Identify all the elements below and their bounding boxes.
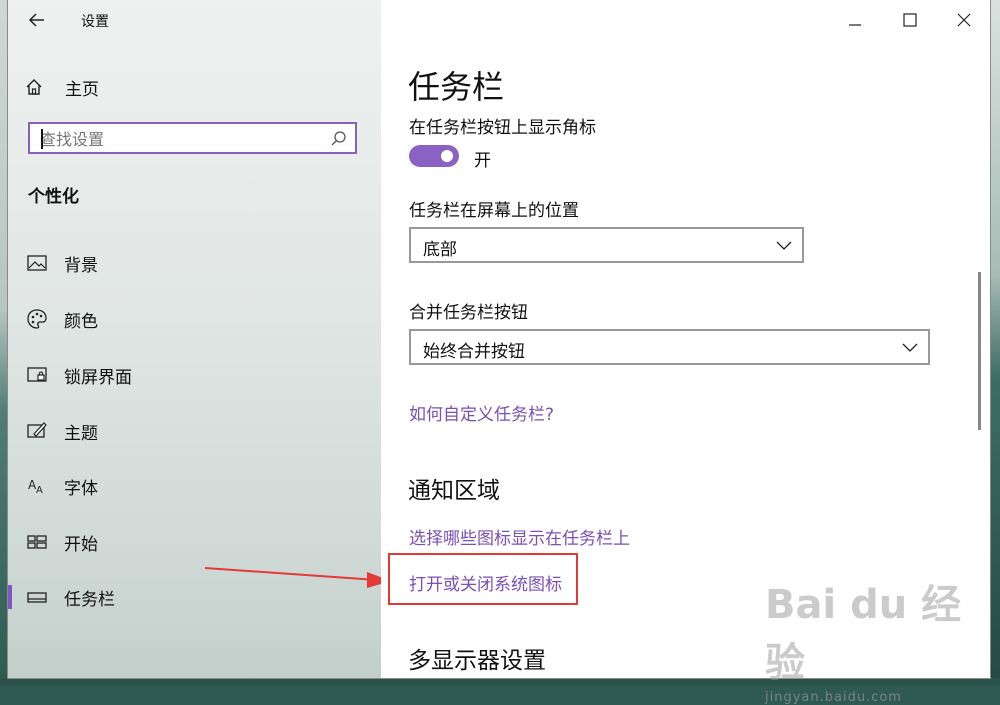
- nav-home[interactable]: 主页: [24, 74, 354, 100]
- svg-text:A: A: [36, 485, 43, 496]
- badge-toggle[interactable]: [409, 145, 459, 167]
- search-input[interactable]: [40, 128, 320, 150]
- sidebar-item-color[interactable]: 颜色: [8, 302, 381, 336]
- badge-setting-label: 在任务栏按钮上显示角标: [409, 118, 596, 138]
- annotation-arrow: [205, 567, 391, 588]
- search-icon[interactable]: [329, 130, 347, 148]
- taskbar-icon: [27, 592, 47, 603]
- sidebar-item-label: 主题: [64, 423, 98, 444]
- combine-dropdown-value: 始终合并按钮: [423, 342, 525, 362]
- sidebar-item-label: 任务栏: [64, 589, 115, 610]
- nav-home-label: 主页: [65, 79, 99, 100]
- search-box[interactable]: [28, 122, 357, 154]
- position-setting-label: 任务栏在屏幕上的位置: [409, 201, 579, 221]
- font-icon: A A: [28, 478, 43, 496]
- sidebar-item-label: 开始: [64, 534, 98, 555]
- theme-icon: [27, 422, 47, 438]
- watermark: Bai du 经验 jingyan.baidu.com: [765, 572, 1000, 705]
- sidebar: 设置 主页 个性化 背景: [8, 0, 391, 678]
- scrollbar[interactable]: [978, 272, 981, 430]
- position-dropdown-value: 底部: [423, 240, 457, 260]
- chevron-down-icon: [902, 343, 918, 352]
- image-icon: [27, 255, 47, 271]
- palette-icon: [27, 309, 47, 329]
- combine-dropdown[interactable]: 始终合并按钮: [409, 329, 930, 365]
- window-title: 设置: [81, 14, 109, 30]
- watermark-url: jingyan.baidu.com: [765, 690, 902, 705]
- home-icon: [26, 79, 42, 95]
- sidebar-item-label: 背景: [64, 255, 98, 276]
- customize-taskbar-link[interactable]: 如何自定义任务栏?: [409, 400, 554, 425]
- back-arrow-icon[interactable]: [24, 8, 50, 32]
- combine-setting-label: 合并任务栏按钮: [409, 303, 528, 323]
- sidebar-item-fonts[interactable]: A A 字体: [8, 469, 381, 503]
- page-title: 任务栏: [408, 68, 505, 106]
- sidebar-item-label: 颜色: [64, 311, 98, 332]
- sidebar-item-lock-screen[interactable]: 锁屏界面: [8, 358, 381, 392]
- notification-area-heading: 通知区域: [408, 478, 500, 504]
- close-icon[interactable]: [942, 6, 986, 34]
- sidebar-item-background[interactable]: 背景: [8, 246, 381, 280]
- sidebar-section-title: 个性化: [28, 187, 79, 207]
- position-dropdown[interactable]: 底部: [409, 227, 804, 263]
- sidebar-item-label: 锁屏界面: [64, 367, 132, 388]
- watermark-logo: Bai du 经验: [765, 582, 962, 686]
- chevron-down-icon: [776, 241, 792, 250]
- system-icons-link[interactable]: 打开或关闭系统图标: [409, 570, 562, 595]
- minimize-icon[interactable]: [833, 6, 877, 34]
- sidebar-item-label: 字体: [64, 478, 98, 499]
- lock-screen-icon: [27, 367, 47, 382]
- maximize-icon[interactable]: [888, 6, 932, 34]
- toggle-knob: [441, 150, 453, 162]
- sidebar-item-themes[interactable]: 主题: [8, 414, 381, 448]
- desktop-background-left: [0, 0, 8, 686]
- text-caret: [41, 129, 43, 149]
- badge-toggle-state: 开: [474, 151, 491, 171]
- multi-display-heading: 多显示器设置: [408, 648, 546, 674]
- sidebar-item-start[interactable]: 开始: [8, 525, 381, 559]
- start-icon: [27, 535, 47, 549]
- select-icons-link[interactable]: 选择哪些图标显示在任务栏上: [409, 524, 630, 549]
